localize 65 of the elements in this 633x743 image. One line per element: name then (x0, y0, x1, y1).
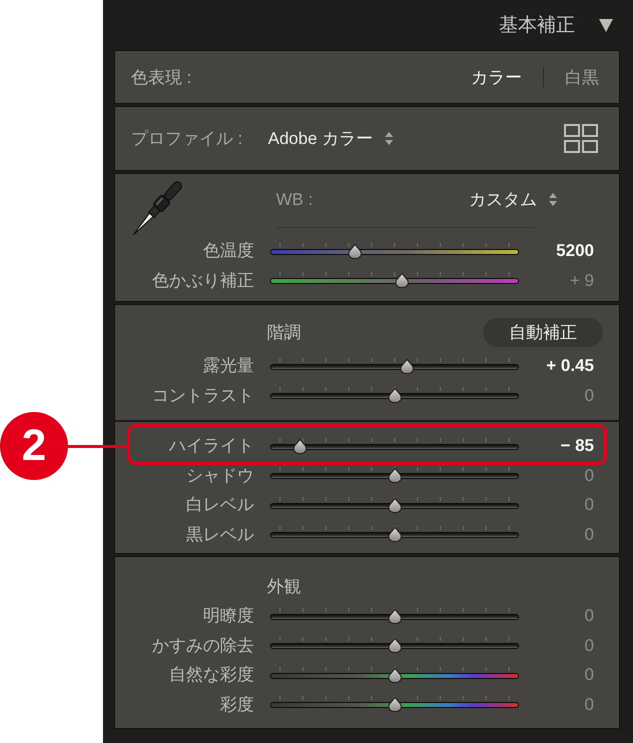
slider-track[interactable] (270, 637, 519, 654)
slider-value: 5200 (555, 242, 594, 260)
slider-track[interactable] (270, 272, 519, 288)
slider-value: 0 (584, 496, 594, 514)
slider-thumb[interactable] (388, 468, 402, 484)
slider-thumb[interactable] (348, 244, 362, 259)
slider-thumb[interactable] (292, 438, 307, 454)
disclosure-triangle-icon[interactable] (599, 18, 613, 32)
slider-value: + 0.45 (545, 357, 594, 374)
slider-thumb[interactable] (388, 608, 402, 624)
slider-track[interactable] (270, 467, 519, 484)
slider-value: 0 (584, 466, 594, 484)
leader-line (68, 445, 127, 448)
slider-thumb[interactable] (388, 638, 402, 654)
slider-value: 0 (584, 386, 594, 404)
slider-label: かすみの除去 (151, 636, 254, 654)
slider-value: 0 (584, 666, 594, 684)
slider-label: 彩度 (219, 696, 254, 713)
section-title: 階調 (267, 324, 301, 341)
slider-thumb[interactable] (388, 697, 402, 712)
slider-value: 0 (584, 636, 594, 654)
slider-track[interactable] (270, 358, 519, 374)
slider-value: 0 (584, 526, 594, 543)
slider-track[interactable] (270, 387, 519, 404)
slider-thumb[interactable] (388, 498, 402, 513)
slider-track[interactable] (270, 496, 519, 513)
slider-track[interactable] (270, 242, 519, 259)
slider-track[interactable] (270, 666, 519, 683)
treatment-option[interactable]: 白黒 (565, 68, 599, 86)
section-title: 外観 (267, 578, 301, 594)
slider-thumb[interactable] (388, 388, 402, 404)
panel-title: 基本補正 (499, 16, 575, 34)
slider-thumb[interactable] (388, 668, 402, 683)
treatment-option[interactable]: カラー (471, 68, 522, 86)
slider-label: 黒レベル (185, 526, 254, 543)
field-label: 色表現 : (131, 68, 192, 86)
slider-value: − 85 (559, 437, 594, 454)
updown-arrows-icon (549, 192, 557, 206)
profile-dropdown[interactable]: Adobe カラー (268, 130, 393, 147)
slider-value: + 9 (568, 272, 594, 289)
slider-track[interactable] (270, 608, 519, 624)
updown-arrows-icon (384, 132, 393, 145)
slider-label: 色温度 (202, 242, 254, 260)
slider-label: 色かぶり補正 (151, 272, 254, 289)
slider-value: 0 (584, 607, 594, 624)
wb-preset-dropdown[interactable]: カスタム (469, 190, 557, 208)
slider-label: 露光量 (202, 357, 254, 374)
slider-track[interactable] (270, 526, 519, 542)
slider-label: 自然な彩度 (168, 666, 254, 684)
slider-value: 0 (584, 696, 594, 713)
slider-track[interactable] (270, 438, 519, 454)
slider-label: シャドウ (185, 466, 254, 484)
slider-track[interactable] (270, 696, 519, 712)
slider-label: コントラスト (151, 386, 254, 404)
auto-tone-button[interactable]: 自動補正 (483, 318, 603, 347)
slider-thumb[interactable] (388, 527, 402, 542)
slider-thumb[interactable] (394, 273, 409, 288)
slider-label: 白レベル (185, 496, 254, 514)
callout-number-badge: 2 (0, 412, 68, 480)
field-label: WB : (276, 190, 313, 208)
field-label: プロファイル : (131, 130, 244, 147)
slider-thumb[interactable] (400, 358, 414, 374)
grid-icon[interactable] (564, 124, 598, 153)
slider-label: ハイライト (168, 437, 254, 454)
slider-label: 明瞭度 (202, 607, 254, 624)
